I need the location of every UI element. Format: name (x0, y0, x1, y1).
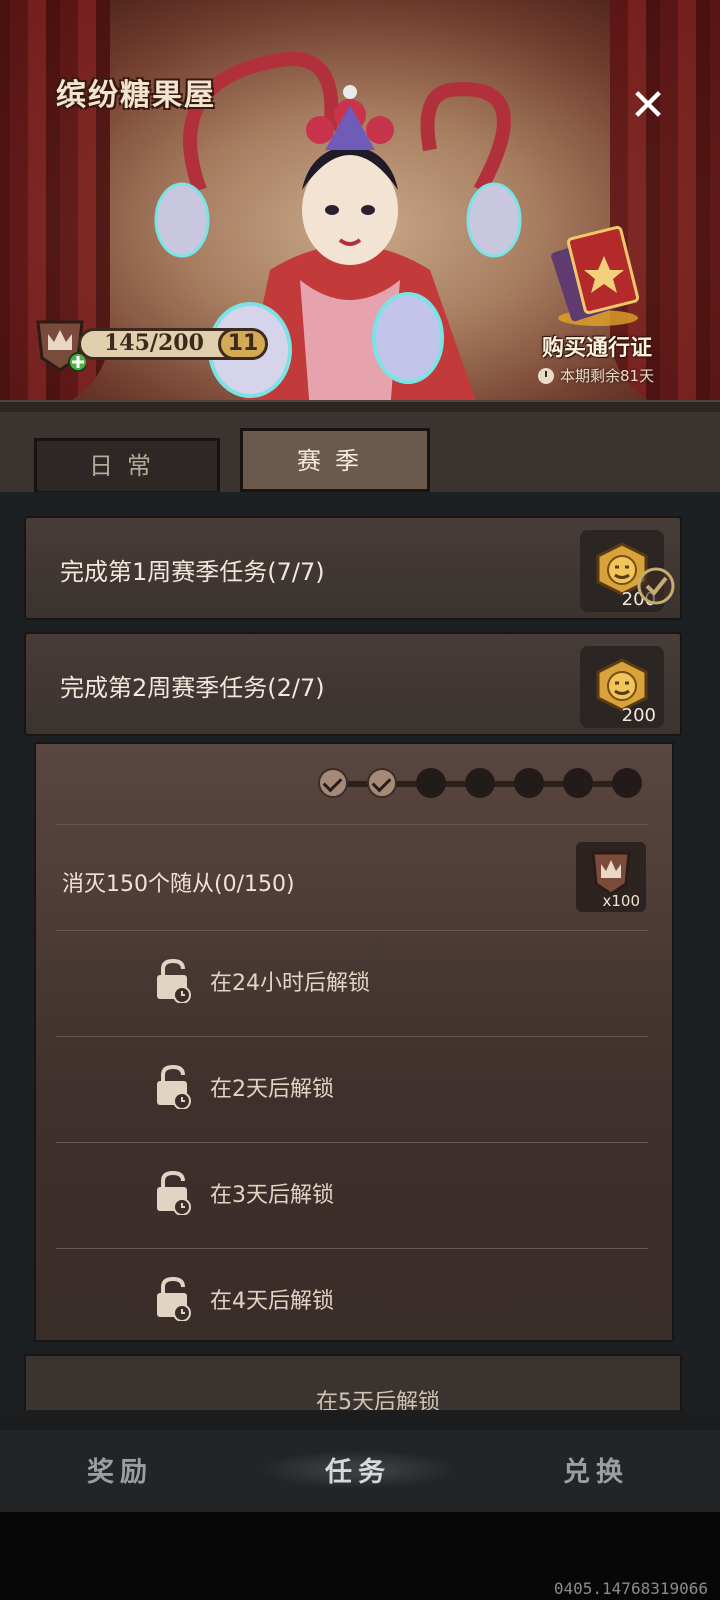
season-level-badge: 11 (218, 328, 268, 360)
nav-rewards[interactable]: 奖励 (20, 1450, 220, 1489)
tab-season[interactable]: 赛季 (240, 428, 430, 492)
pass-timer: 本期剩余81天 (538, 365, 654, 386)
xp-text: 145/200 (104, 330, 204, 356)
task-title: 完成第2周赛季任务(2/7) (60, 674, 325, 702)
claimed-check-icon (637, 567, 675, 605)
locked-task-row: 在4天后解锁 (154, 1276, 334, 1322)
nav-tasks[interactable]: 任务 (258, 1450, 458, 1489)
bottom-nav: 奖励 任务 兑换 (0, 1430, 720, 1512)
subtask-reward-count: x100 (602, 892, 640, 910)
season-pass-ticket-icon[interactable] (546, 222, 642, 326)
tab-daily[interactable]: 日常 (34, 438, 220, 494)
event-title: 缤纷糖果屋 (56, 78, 216, 113)
reward-box[interactable]: 200 (580, 646, 664, 728)
progress-dot-3 (416, 768, 446, 798)
locked-task-row: 在24小时后解锁 (154, 958, 370, 1004)
lock-timer-icon (157, 1277, 191, 1321)
progress-dot-7 (612, 768, 642, 798)
divider (56, 1036, 648, 1037)
progress-dot-6 (563, 768, 593, 798)
week2-detail-panel: 消灭150个随从(0/150) x100 在24小时后解锁 在2天后解锁 在3天… (34, 742, 674, 1342)
lock-text: 在3天后解锁 (210, 1183, 334, 1208)
pumpkin-coin-icon (596, 658, 648, 712)
clock-icon (538, 367, 554, 384)
reward-box[interactable]: 200 (580, 530, 675, 612)
subtask-title: 消灭150个随从(0/150) (62, 872, 295, 897)
divider (56, 1248, 648, 1249)
build-id: 0405.14768319066 (553, 1579, 708, 1598)
footer: 0405.14768319066 (0, 1512, 720, 1600)
task-list[interactable]: 完成第1周赛季任务(7/7) 200 完成第2周赛季任务(2/7) 200 消灭… (0, 492, 720, 1410)
task-card-week5-locked[interactable]: 在5天后解锁 (24, 1354, 682, 1410)
lock-text: 在2天后解锁 (210, 1077, 334, 1102)
progress-dot-4 (465, 768, 495, 798)
reward-count: 200 (621, 705, 656, 726)
progress-dot-1 (318, 768, 348, 798)
subtask-reward-box[interactable]: x100 (576, 842, 646, 912)
lock-timer-icon (157, 1065, 191, 1109)
crown-badge-icon (591, 851, 631, 896)
divider (56, 824, 648, 825)
locked-task-row: 在2天后解锁 (154, 1064, 334, 1110)
lock-text: 在24小时后解锁 (210, 971, 370, 996)
divider (56, 930, 648, 931)
progress-dot-2 (367, 768, 397, 798)
banner-divider (0, 400, 720, 412)
nav-exchange[interactable]: 兑换 (496, 1450, 696, 1489)
task-card-week2[interactable]: 完成第2周赛季任务(2/7) 200 (24, 632, 682, 736)
week-progress-track (318, 766, 646, 800)
progress-dot-5 (514, 768, 544, 798)
lock-timer-icon (157, 959, 191, 1003)
task-card-week1[interactable]: 完成第1周赛季任务(7/7) 200 (24, 516, 682, 620)
next-card-text: 在5天后解锁 (316, 1390, 440, 1410)
close-icon[interactable]: ✕ (628, 84, 668, 128)
buy-pass-button[interactable]: 购买通行证 (542, 330, 652, 362)
lock-timer-icon (157, 1171, 191, 1215)
divider (56, 1142, 648, 1143)
lock-text: 在4天后解锁 (210, 1289, 334, 1314)
task-title: 完成第1周赛季任务(7/7) (60, 558, 325, 586)
pass-timer-text: 本期剩余81天 (560, 367, 655, 385)
season-banner: 缤纷糖果屋 ✕ 145/200 11 购买通行证 本期剩余81天 (0, 0, 720, 412)
locked-task-row: 在3天后解锁 (154, 1170, 334, 1216)
